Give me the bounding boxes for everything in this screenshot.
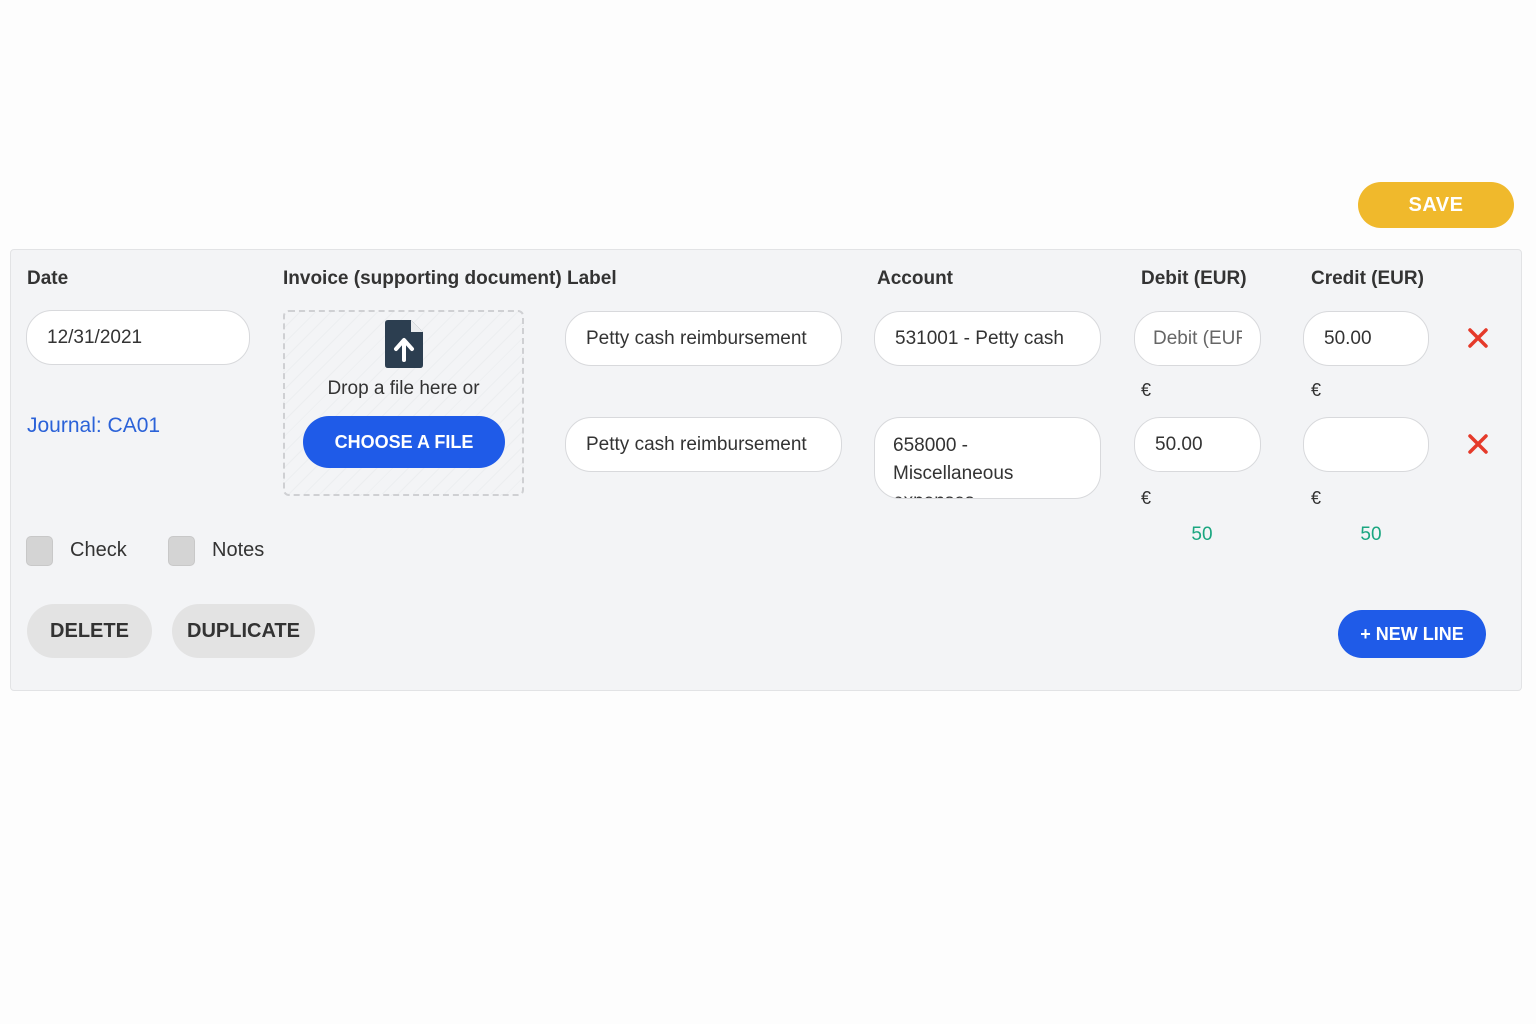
file-upload-icon	[385, 320, 423, 368]
check-checkbox[interactable]	[26, 536, 53, 566]
line-2-remove-icon[interactable]	[1467, 433, 1489, 455]
notes-checkbox[interactable]	[168, 536, 195, 566]
header-invoice: Invoice (supporting document)	[283, 268, 562, 289]
line-1-remove-icon[interactable]	[1467, 327, 1489, 349]
header-label: Label	[567, 268, 617, 289]
header-account: Account	[877, 268, 953, 289]
line-1-credit-field[interactable]	[1303, 311, 1429, 366]
line-2-account-field[interactable]: 658000 - Miscellaneous expenses	[874, 417, 1101, 499]
line-1-debit-currency: €	[1141, 380, 1152, 400]
duplicate-button[interactable]: DUPLICATE	[172, 604, 315, 658]
drop-text: Drop a file here or	[327, 378, 480, 399]
date-field[interactable]	[26, 310, 250, 365]
line-2-debit-field[interactable]	[1134, 417, 1261, 472]
check-label: Check	[70, 539, 127, 561]
line-2-label-field[interactable]	[565, 417, 842, 472]
line-1-debit-field[interactable]	[1134, 311, 1261, 366]
header-debit: Debit (EUR)	[1141, 268, 1247, 289]
new-line-button[interactable]: + NEW LINE	[1338, 610, 1486, 658]
credit-total: 50	[1360, 524, 1382, 545]
line-1-label-field[interactable]	[565, 311, 842, 366]
line-2-debit-currency: €	[1141, 488, 1152, 508]
line-1-account-field[interactable]	[874, 311, 1101, 366]
delete-button[interactable]: DELETE	[27, 604, 152, 658]
header-credit: Credit (EUR)	[1311, 268, 1424, 289]
line-2-credit-currency: €	[1311, 488, 1322, 508]
header-date: Date	[27, 268, 69, 289]
journal-link[interactable]: Journal: CA01	[27, 414, 160, 438]
debit-total: 50	[1191, 524, 1213, 545]
file-dropzone[interactable]: Drop a file here or CHOOSE A FILE	[283, 310, 524, 496]
save-button[interactable]: SAVE	[1358, 182, 1514, 228]
notes-label: Notes	[212, 539, 265, 561]
choose-file-button[interactable]: CHOOSE A FILE	[303, 416, 505, 468]
line-1-credit-currency: €	[1311, 380, 1322, 400]
line-2-credit-field[interactable]	[1303, 417, 1429, 472]
